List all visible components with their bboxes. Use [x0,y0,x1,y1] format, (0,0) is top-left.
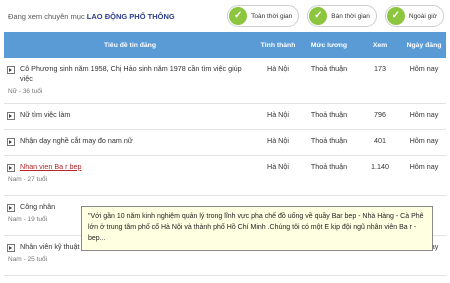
date-cell: Hôm nay [402,58,446,104]
city-cell: Hà Nội [256,58,300,104]
expand-arrow-icon[interactable] [7,243,15,252]
date-cell: Hôm nay [402,129,446,156]
breadcrumb-category[interactable]: LAO ĐỘNG PHỔ THÔNG [87,12,175,21]
filter-label: Bán thời gian [331,12,370,20]
table-row: Nhan vien Ba r bep Nam - 27 tuổi Hà Nội … [4,155,446,196]
filter-part-time[interactable]: ✓ Bán thời gian [307,5,377,27]
date-cell: Hôm nay [402,155,446,196]
salary-cell: Thoả thuận [300,58,358,104]
check-icon: ✓ [309,7,328,25]
column-header-city[interactable]: Tỉnh thành [256,32,300,58]
listing-meta: Nữ - 36 tuổi [8,88,43,95]
salary-cell: Thoả thuận [300,103,358,130]
table-row: Cô Phương sinh năm 1958, Chị Hảo sinh nă… [4,58,446,104]
title-cell: Cô Phương sinh năm 1958, Chị Hảo sinh nă… [4,58,256,104]
check-icon: ✓ [229,7,248,25]
salary-cell: Thoả thuận [300,129,358,156]
expand-arrow-icon[interactable] [7,203,15,212]
table-header-row: Tiêu đề tin đăng Tỉnh thành Mức lương Xe… [4,32,446,58]
table-row: Nhận dạy nghề cắt may đo nam nữ Hà Nội T… [4,129,446,156]
category-breadcrumb: Đang xem chuyên mục LAO ĐỘNG PHỔ THÔNG [8,12,175,21]
table-row: Nữ tìm việc làm Hà Nội Thoả thuận 796 Hô… [4,103,446,130]
top-bar: Đang xem chuyên mục LAO ĐỘNG PHỔ THÔNG ✓… [0,0,450,32]
listing-meta: Nam - 25 tuổi [8,255,48,263]
views-cell: 796 [358,103,402,130]
filter-label: Ngoài giờ [408,12,437,20]
column-header-title[interactable]: Tiêu đề tin đăng [4,32,256,58]
expand-arrow-icon[interactable] [7,111,15,120]
listing-meta: Nam - 27 tuổi [8,175,48,183]
check-icon: ✓ [386,7,405,25]
job-type-filters: ✓ Toàn thời gian ✓ Bán thời gian ✓ Ngoài… [227,5,444,27]
expand-arrow-icon[interactable] [7,163,15,172]
views-cell: 401 [358,129,402,156]
breadcrumb-prefix: Đang xem chuyên mục [8,11,85,21]
column-header-salary[interactable]: Mức lương [300,32,358,58]
expand-arrow-icon[interactable] [7,137,15,146]
title-cell: Nữ tìm việc làm [4,103,256,130]
listing-title-link[interactable]: Nữ tìm việc làm [20,110,70,120]
expand-arrow-icon[interactable] [7,66,15,74]
listing-title-link[interactable]: Cô Phương sinh năm 1958, Chị Hảo sinh nă… [20,64,254,84]
title-cell: Nhận dạy nghề cắt may đo nam nữ [4,129,256,156]
listing-title-link[interactable]: Nhận dạy nghề cắt may đo nam nữ [20,136,133,146]
column-header-date[interactable]: Ngày đăng [402,32,446,58]
filter-label: Toàn thời gian [251,12,293,20]
column-header-views[interactable]: Xem [358,32,402,58]
filter-overtime[interactable]: ✓ Ngoài giờ [384,5,444,27]
views-cell: 173 [358,58,402,104]
filter-full-time[interactable]: ✓ Toàn thời gian [227,5,300,27]
listing-preview-tooltip: "Với gần 10 năm kinh nghiệm quản lý tron… [81,206,433,251]
views-cell: 1.140 [358,155,402,196]
listing-title-link[interactable]: Nhan vien Ba r bep [20,162,82,172]
date-cell: Hôm nay [402,103,446,130]
salary-cell: Thoả thuận [300,155,358,196]
city-cell: Hà Nội [256,103,300,130]
city-cell: Hà Nội [256,155,300,196]
title-cell: Nhan vien Ba r bep Nam - 27 tuổi [4,155,256,196]
city-cell: Hà Nội [256,129,300,156]
listing-title-link[interactable]: Công nhân [20,202,55,212]
